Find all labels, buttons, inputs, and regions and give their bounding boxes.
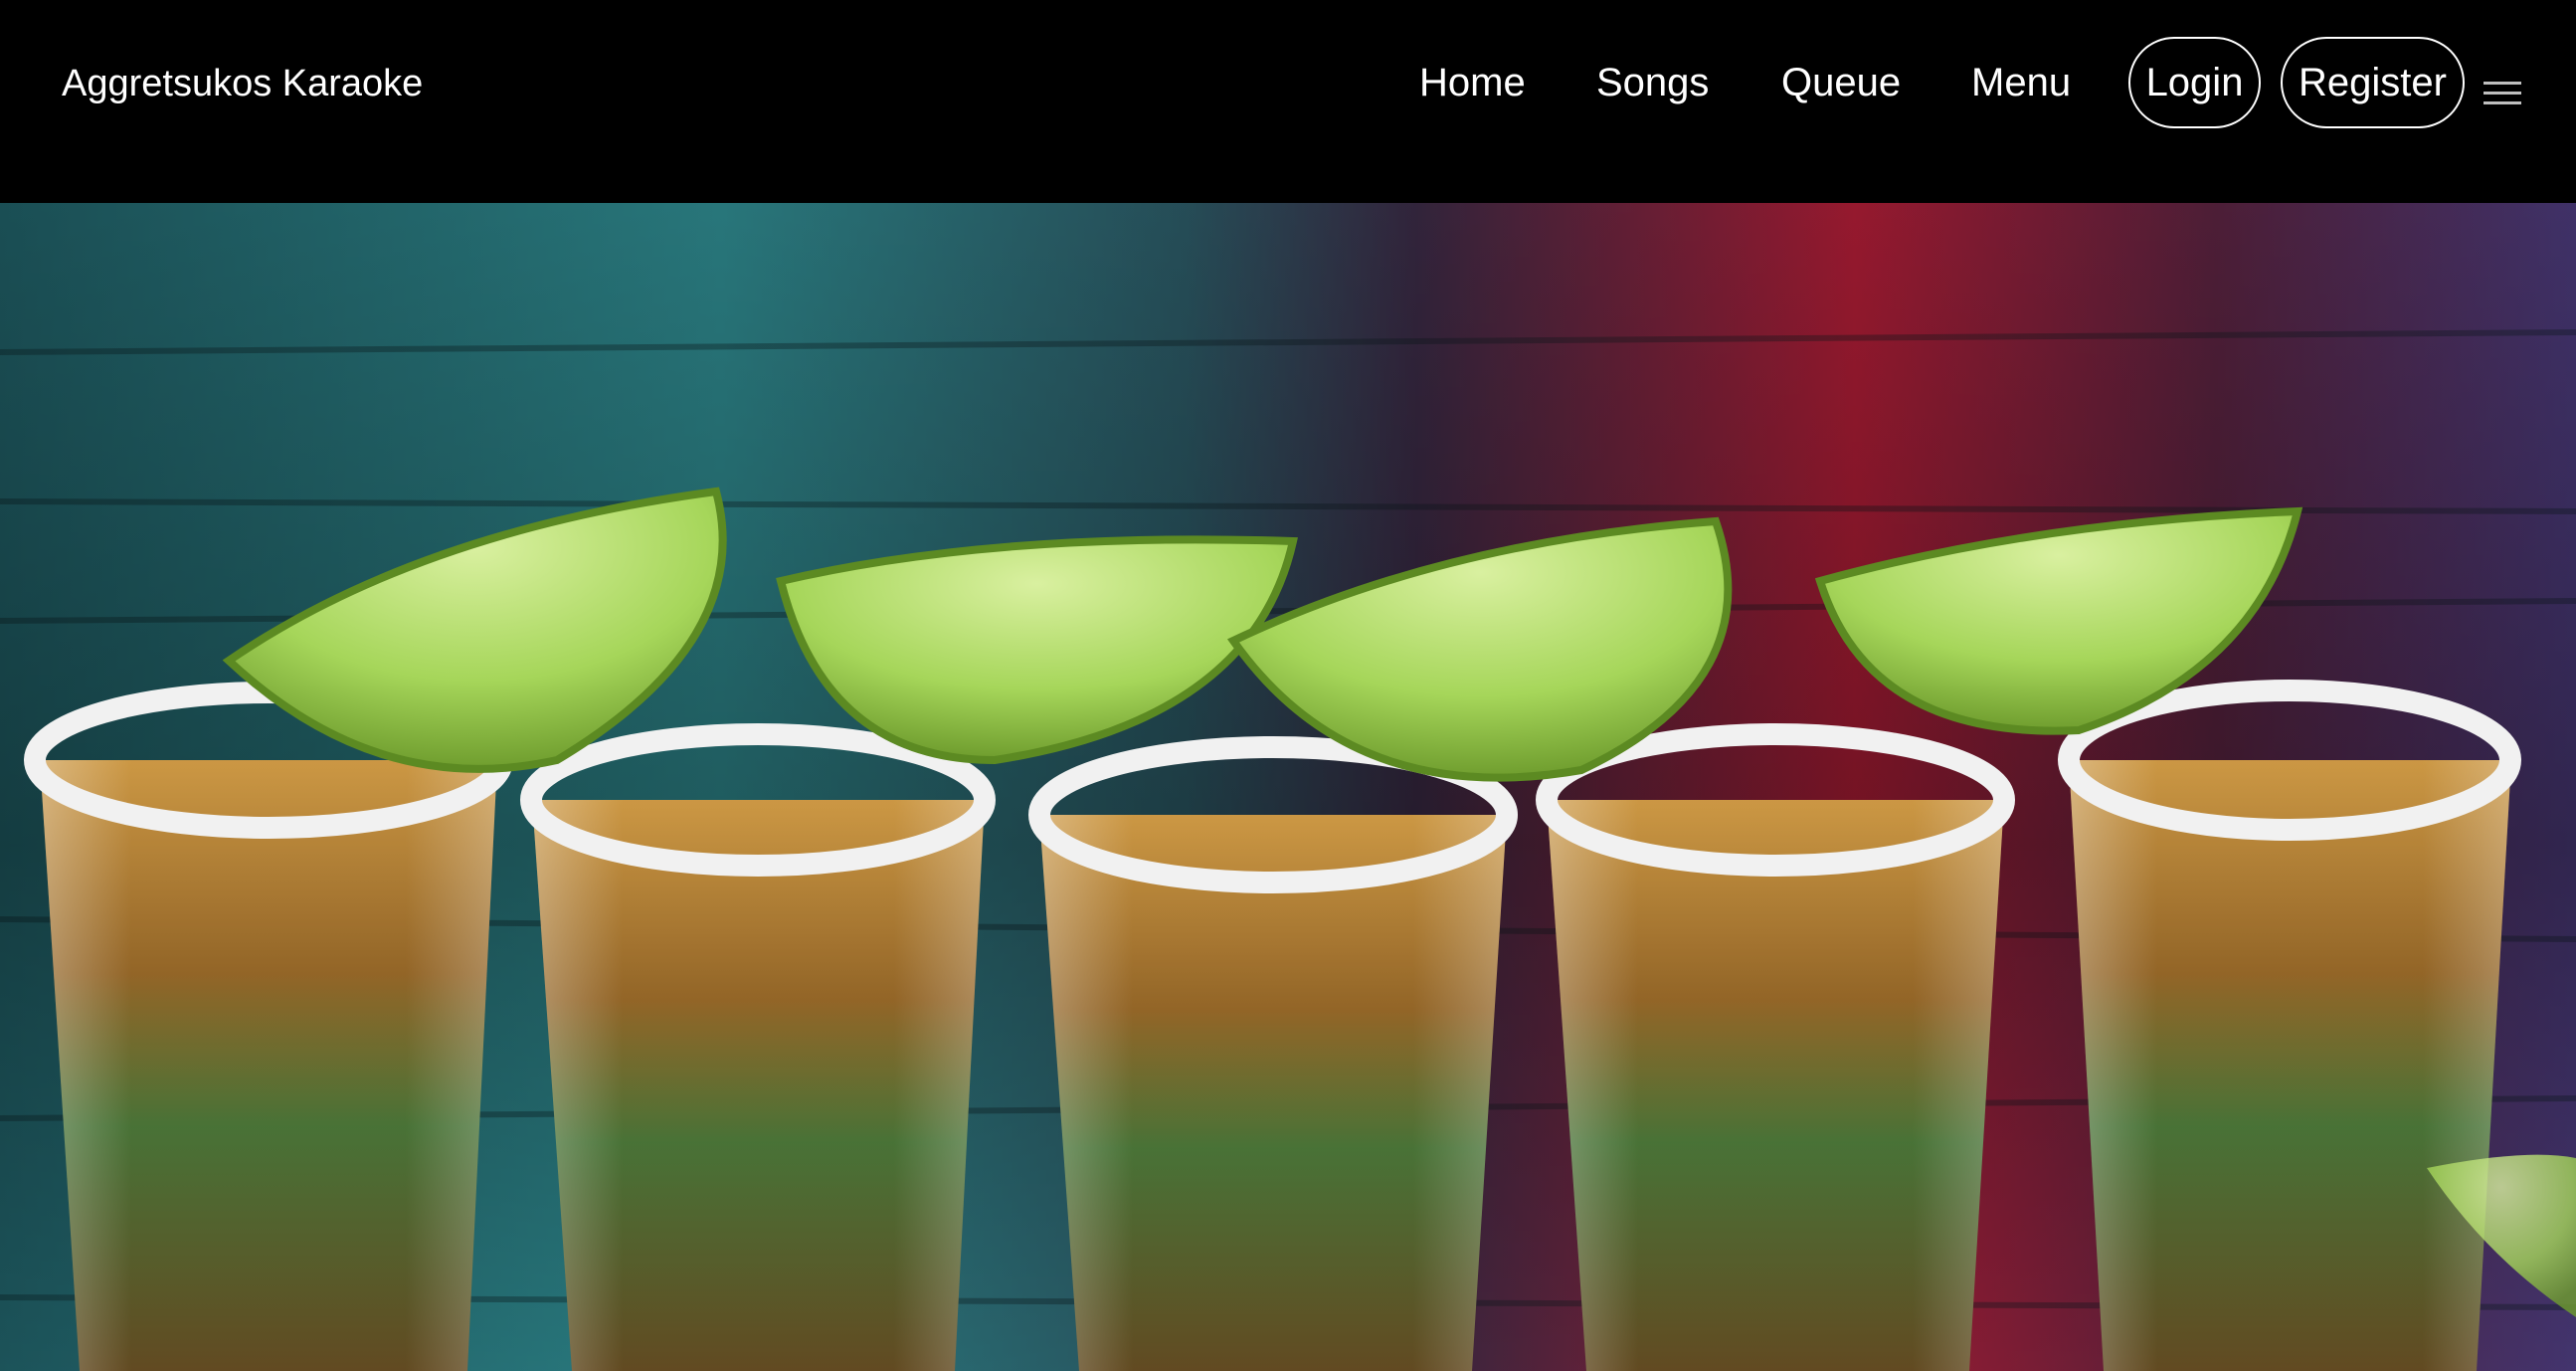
nav-home-link[interactable]: Home <box>1419 58 1526 107</box>
nav-queue-link[interactable]: Queue <box>1781 58 1901 107</box>
shot-glass-1 <box>24 682 513 1371</box>
shot-glass-4 <box>1536 723 2015 1371</box>
nav-songs-link[interactable]: Songs <box>1596 58 1709 107</box>
nav-menu-link[interactable]: Menu <box>1971 58 2071 107</box>
shot-glass-3 <box>1028 736 1518 1371</box>
register-button[interactable]: Register <box>2281 37 2465 128</box>
hamburger-menu-icon[interactable] <box>2484 82 2521 109</box>
shot-glass-5 <box>2058 680 2521 1371</box>
tequila-shots-photo <box>0 203 2576 1371</box>
top-navbar: Aggretsukos Karaoke Home Songs Queue Men… <box>0 0 2576 203</box>
hero-image <box>0 203 2576 1371</box>
shot-glass-2 <box>520 723 996 1371</box>
login-button[interactable]: Login <box>2128 37 2261 128</box>
brand-logo-link[interactable]: Aggretsukos Karaoke <box>62 62 423 105</box>
